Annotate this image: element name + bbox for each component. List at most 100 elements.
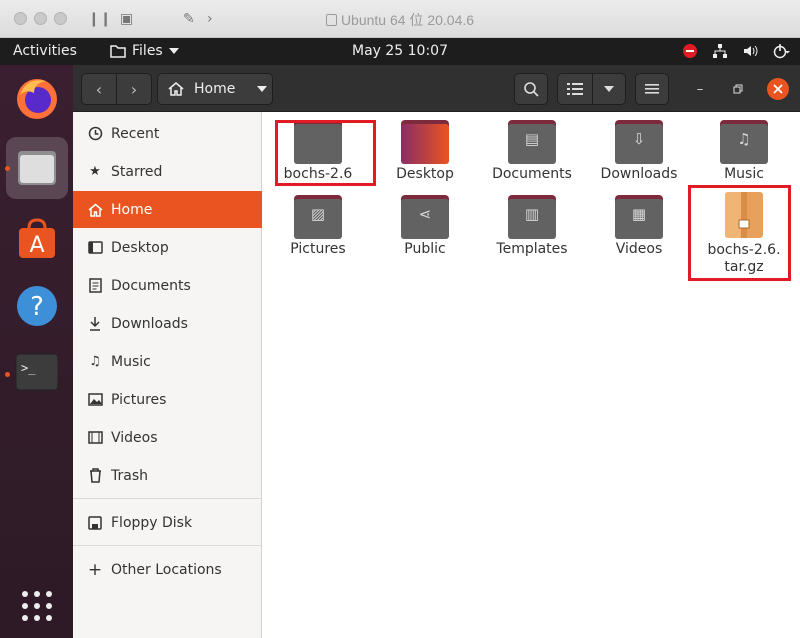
path-bar-home[interactable]: Home — [157, 73, 273, 105]
svg-text:>_: >_ — [21, 361, 36, 375]
list-view-icon — [567, 83, 583, 95]
sidebar-item-desktop[interactable]: Desktop — [73, 229, 262, 266]
public-folder-icon: ⋖ — [401, 195, 449, 239]
sidebar-item-downloads[interactable]: Downloads — [73, 305, 262, 342]
show-applications-icon[interactable] — [14, 583, 60, 629]
back-button[interactable]: ‹ — [81, 73, 117, 105]
file-item-downloads[interactable]: ⇩ Downloads — [587, 120, 691, 183]
chevron-left-icon: ‹ — [95, 79, 103, 99]
clock-icon — [87, 126, 103, 142]
search-button[interactable] — [514, 73, 548, 105]
sidebar-item-videos[interactable]: Videos — [73, 419, 262, 456]
ubuntu-top-panel: Activities Files May 25 10:07 — [0, 38, 800, 65]
file-label: Public — [404, 241, 446, 257]
sidebar-item-floppy-disk[interactable]: Floppy Disk — [73, 504, 262, 541]
restore-icon — [733, 84, 743, 94]
help-icon[interactable]: ? — [14, 283, 60, 329]
file-label: Desktop — [396, 166, 454, 182]
picture-icon — [87, 392, 103, 408]
vm-title: Ubuntu 64 位 20.04.6 — [0, 10, 800, 30]
volume-icon[interactable] — [742, 43, 758, 59]
documents-folder-icon: ▤ — [508, 120, 556, 164]
files-app-icon[interactable] — [14, 145, 60, 191]
file-label: Videos — [615, 241, 663, 257]
sidebar-item-label: Documents — [111, 277, 191, 294]
view-options-button[interactable] — [592, 73, 626, 105]
file-item-templates[interactable]: ▥ Templates — [480, 195, 584, 258]
floppy-icon — [87, 515, 103, 531]
file-item-music[interactable]: ♫ Music — [692, 120, 796, 183]
headerbar: ‹ › Home – — [73, 65, 800, 112]
sidebar-divider — [73, 498, 262, 499]
file-label: Pictures — [290, 241, 346, 257]
file-label: Downloads — [600, 166, 678, 182]
chevron-down-icon — [257, 86, 268, 92]
ubuntu-dock: A ? >_ — [0, 65, 73, 638]
sidebar-item-label: Music — [111, 353, 151, 370]
terminal-icon[interactable]: >_ — [14, 349, 60, 395]
sidebar-item-label: Recent — [111, 125, 160, 142]
svg-text:A: A — [29, 233, 44, 258]
sidebar-item-home[interactable]: Home — [73, 191, 262, 228]
menu-button[interactable] — [635, 73, 669, 105]
close-button[interactable] — [767, 78, 789, 100]
firefox-icon[interactable] — [14, 75, 60, 121]
sidebar-item-label: Floppy Disk — [111, 514, 193, 531]
minimize-button[interactable]: – — [689, 78, 711, 100]
sidebar-item-label: Downloads — [111, 315, 188, 332]
maximize-button[interactable] — [727, 78, 749, 100]
files-window: ‹ › Home – Recent ★ Starred Home Desktop… — [73, 65, 800, 638]
sidebar-item-pictures[interactable]: Pictures — [73, 381, 262, 418]
desktop-folder-icon — [401, 120, 449, 164]
running-indicator — [5, 372, 10, 377]
path-label: Home — [194, 81, 236, 97]
desktop-icon — [87, 240, 103, 256]
do-not-disturb-icon[interactable] — [682, 43, 698, 59]
downloads-folder-icon: ⇩ — [615, 120, 663, 164]
file-item-public[interactable]: ⋖ Public — [373, 195, 477, 258]
svg-text:?: ? — [30, 292, 44, 322]
host-window-titlebar: ❙❙ ▣ ✎ › Ubuntu 64 位 20.04.6 — [0, 0, 800, 38]
plus-icon: + — [87, 559, 103, 580]
sidebar-item-label: Trash — [111, 467, 148, 484]
file-item-pictures[interactable]: ▨ Pictures — [266, 195, 370, 258]
lock-icon — [325, 14, 337, 26]
sidebar-item-other-locations[interactable]: + Other Locations — [73, 551, 262, 588]
file-label: Documents — [492, 166, 572, 182]
sidebar-item-label: Starred — [111, 163, 163, 180]
software-center-icon[interactable]: A — [14, 215, 60, 261]
vm-title-text: Ubuntu 64 位 20.04.6 — [340, 12, 475, 28]
sidebar-divider — [73, 545, 262, 546]
sidebar-item-documents[interactable]: Documents — [73, 267, 262, 304]
system-tray[interactable] — [682, 43, 790, 59]
download-icon — [87, 316, 103, 332]
network-icon[interactable] — [712, 43, 728, 59]
file-item-videos[interactable]: ▦ Videos — [587, 195, 691, 258]
sidebar-item-label: Home — [111, 201, 153, 218]
pictures-folder-icon: ▨ — [294, 195, 342, 239]
view-list-button[interactable] — [557, 73, 593, 105]
sidebar-item-trash[interactable]: Trash — [73, 457, 262, 494]
star-icon: ★ — [89, 164, 101, 179]
forward-button[interactable]: › — [116, 73, 152, 105]
music-icon: ♫ — [89, 354, 101, 369]
document-icon — [87, 278, 103, 294]
hamburger-icon — [645, 84, 659, 94]
file-label: Music — [724, 166, 764, 182]
videos-folder-icon: ▦ — [615, 195, 663, 239]
sidebar-item-starred[interactable]: ★ Starred — [73, 153, 262, 190]
home-icon — [168, 82, 184, 96]
search-icon — [524, 82, 539, 97]
file-label: Templates — [496, 241, 568, 257]
file-view: bochs-2.6 Desktop ▤ Documents ⇩ Download… — [262, 112, 800, 638]
sidebar-item-music[interactable]: ♫ Music — [73, 343, 262, 380]
sidebar-item-recent[interactable]: Recent — [73, 115, 262, 152]
file-item-desktop[interactable]: Desktop — [373, 120, 477, 183]
sidebar-item-label: Pictures — [111, 391, 167, 408]
file-item-documents[interactable]: ▤ Documents — [480, 120, 584, 183]
chevron-right-icon: › — [130, 79, 138, 99]
power-icon[interactable] — [772, 43, 790, 59]
minimize-icon: – — [696, 81, 704, 97]
clock[interactable]: May 25 10:07 — [0, 43, 800, 59]
running-indicator — [5, 166, 10, 171]
